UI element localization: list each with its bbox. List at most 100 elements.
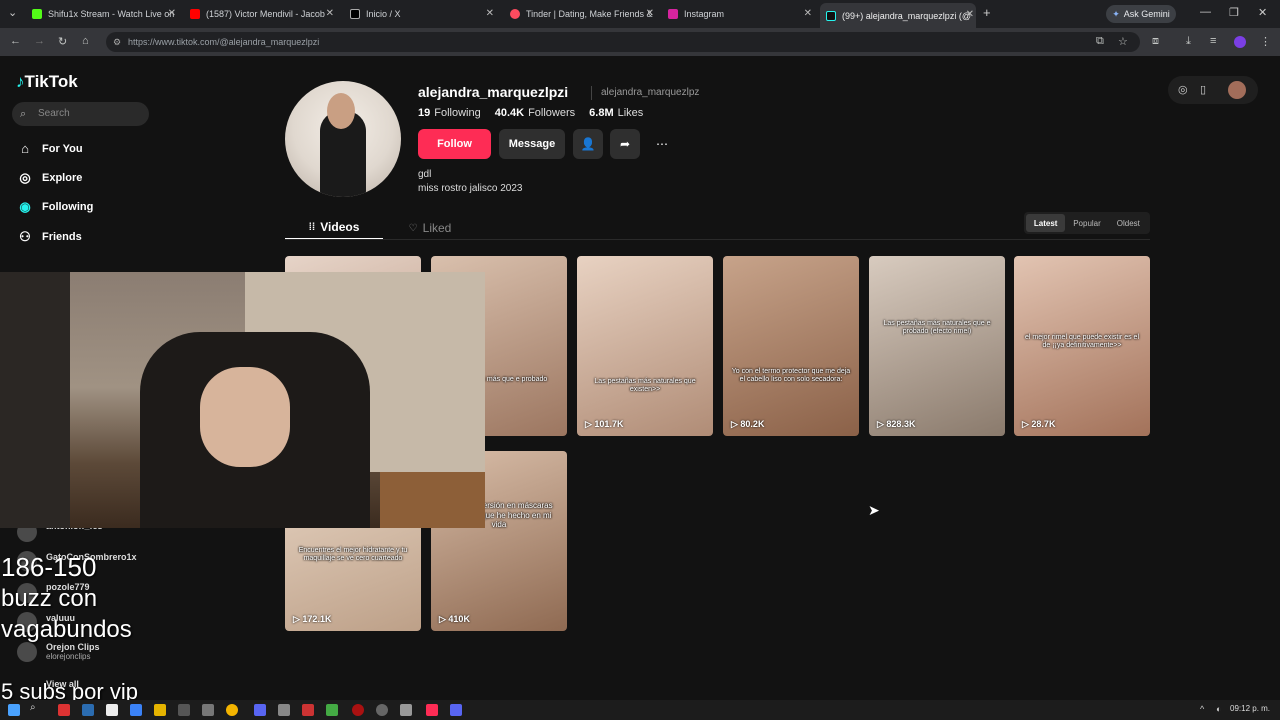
browser-tab[interactable]: Instagram ✕ — [668, 4, 814, 24]
likes-count: 6.8M — [589, 107, 614, 119]
sort-segmented-control: Latest Popular Oldest — [1024, 212, 1150, 234]
tiktok-app-icon[interactable] — [426, 704, 438, 716]
bio-line: gdl — [418, 169, 432, 180]
app-icon[interactable] — [106, 704, 118, 716]
nav-explore[interactable]: ◎ Explore — [16, 170, 82, 186]
tiktok-logo[interactable]: ♪TikTok — [16, 72, 78, 92]
search-input[interactable]: ⌕ Search — [12, 102, 149, 126]
extensions-icon[interactable]: ⧈ — [1152, 35, 1159, 48]
app-icon[interactable] — [178, 704, 190, 716]
compass-icon: ◎ — [19, 170, 31, 185]
app-icon[interactable] — [450, 704, 462, 716]
media-controls-icon[interactable]: ≡ — [1210, 35, 1216, 47]
tab-label: Liked — [422, 221, 452, 235]
tinder-icon — [510, 9, 520, 19]
close-tab-icon[interactable]: ✕ — [326, 8, 334, 19]
app-icon[interactable] — [326, 704, 338, 716]
download-icon[interactable]: ⤓ — [1186, 35, 1191, 48]
taskbar-clock[interactable]: 09:12 p. m. — [1230, 704, 1270, 713]
video-views: ▷ 101.7K — [585, 419, 624, 429]
tab-search-icon[interactable]: ⌄ — [8, 6, 17, 19]
close-tab-icon[interactable]: ✕ — [804, 8, 812, 19]
video-card[interactable]: el mejor rimel que puede existir es el d… — [1014, 256, 1150, 436]
views-count: 828.3K — [886, 419, 916, 429]
app-icon[interactable] — [278, 704, 290, 716]
tiktok-icon — [826, 10, 836, 21]
menu-icon[interactable]: ⋮ — [1260, 35, 1271, 48]
new-tab-button[interactable]: + — [983, 5, 991, 20]
nav-label: Following — [42, 201, 94, 213]
close-tab-icon[interactable]: ✕ — [966, 9, 974, 20]
device-icon[interactable]: ▯ — [1200, 83, 1206, 96]
app-icon[interactable] — [58, 704, 70, 716]
browser-tab[interactable]: (1587) Victor Mendivil - Jacob ✕ — [190, 4, 336, 24]
heart-lock-icon: ♡ — [408, 222, 418, 234]
sort-oldest-button[interactable]: Oldest — [1109, 214, 1148, 232]
nav-following[interactable]: ◉ Following — [16, 199, 93, 215]
more-button[interactable]: ⋯ — [647, 129, 677, 159]
app-icon[interactable] — [400, 704, 412, 716]
chrome-icon[interactable] — [226, 704, 238, 716]
obs-icon[interactable] — [352, 704, 364, 716]
video-card[interactable]: Las pestañas más naturales que existen>>… — [577, 256, 713, 436]
browser-tab-active[interactable]: (99+) alejandra_marquezlpzi (@ ✕ — [820, 3, 976, 28]
file-explorer-icon[interactable] — [154, 704, 166, 716]
site-info-icon[interactable]: ⚙ — [113, 32, 121, 52]
sort-latest-button[interactable]: Latest — [1026, 214, 1066, 232]
start-icon[interactable] — [8, 704, 20, 716]
home-icon: ⌂ — [21, 141, 29, 156]
sort-popular-button[interactable]: Popular — [1067, 214, 1106, 232]
more-dots-icon: ⋯ — [656, 137, 668, 151]
forward-icon[interactable]: → — [34, 35, 45, 47]
follow-button[interactable]: Follow — [418, 129, 491, 159]
minimize-icon[interactable]: — — [1200, 6, 1211, 18]
reload-icon[interactable]: ↻ — [58, 35, 67, 48]
followers-stat[interactable]: 40.4K Followers — [495, 107, 575, 119]
edge-icon[interactable] — [130, 704, 142, 716]
back-icon[interactable]: ← — [10, 35, 21, 47]
following-avatar[interactable] — [17, 642, 37, 662]
browser-tab[interactable]: Inicio / X ✕ — [350, 4, 496, 24]
restore-icon[interactable]: ❐ — [1229, 6, 1239, 19]
user-avatar[interactable] — [1228, 81, 1246, 99]
close-tab-icon[interactable]: ✕ — [168, 8, 176, 19]
ask-gemini-button[interactable]: ✦ Ask Gemini — [1106, 5, 1176, 23]
message-button[interactable]: Message — [499, 129, 565, 159]
nav-label: Friends — [42, 231, 82, 243]
following-stat[interactable]: 19 Following — [418, 107, 481, 119]
following-list-item[interactable]: Orejon Clips elorejonclips — [46, 642, 100, 661]
video-card[interactable]: Las pestañas más naturales que e probado… — [869, 256, 1005, 436]
close-window-icon[interactable]: ✕ — [1258, 6, 1267, 19]
app-icon[interactable] — [302, 704, 314, 716]
bookmark-star-icon[interactable]: ☆ — [1118, 35, 1128, 48]
tray-chevron-icon[interactable]: ^ — [1200, 704, 1212, 716]
nav-for-you[interactable]: ⌂ For You — [16, 141, 82, 156]
close-tab-icon[interactable]: ✕ — [486, 8, 494, 19]
browser-tab-bar: ⌄ Shifu1x Stream - Watch Live on ✕ (1587… — [0, 0, 1280, 28]
floating-controls: ◎ ▯ — [1168, 76, 1258, 104]
profile-avatar[interactable] — [1234, 36, 1246, 48]
video-card[interactable]: Yo con el termo protector que me deja el… — [723, 256, 859, 436]
app-icon[interactable] — [202, 704, 214, 716]
app-icon[interactable] — [82, 704, 94, 716]
grid-icon: ⁞⁞ — [308, 221, 316, 233]
instagram-icon — [668, 9, 678, 19]
tab-liked[interactable]: ♡ Liked — [400, 216, 460, 240]
home-button-icon[interactable]: ⌂ — [82, 35, 89, 47]
add-friend-button[interactable]: 👤 — [573, 129, 603, 159]
browser-tab[interactable]: Shifu1x Stream - Watch Live on ✕ — [32, 4, 178, 24]
nav-friends[interactable]: ⚇ Friends — [16, 229, 82, 245]
discord-icon[interactable] — [254, 704, 266, 716]
volume-icon[interactable]: ◐ — [1216, 704, 1228, 716]
views-count: 28.7K — [1031, 419, 1056, 429]
close-tab-icon[interactable]: ✕ — [646, 8, 654, 19]
search-icon[interactable]: ⌕ — [30, 702, 42, 714]
browser-tab[interactable]: Tinder | Dating, Make Friends & ✕ — [510, 4, 656, 24]
video-views: ▷ 828.3K — [877, 419, 916, 429]
address-bar[interactable]: ⚙ https://www.tiktok.com/@alejandra_marq… — [106, 32, 1140, 52]
tab-videos[interactable]: ⁞⁞ Videos — [285, 216, 383, 240]
coin-icon[interactable]: ◎ — [1178, 83, 1188, 96]
share-button[interactable]: ➦ — [610, 129, 640, 159]
install-app-icon[interactable]: ⧉ — [1096, 35, 1104, 48]
app-icon[interactable] — [376, 704, 388, 716]
